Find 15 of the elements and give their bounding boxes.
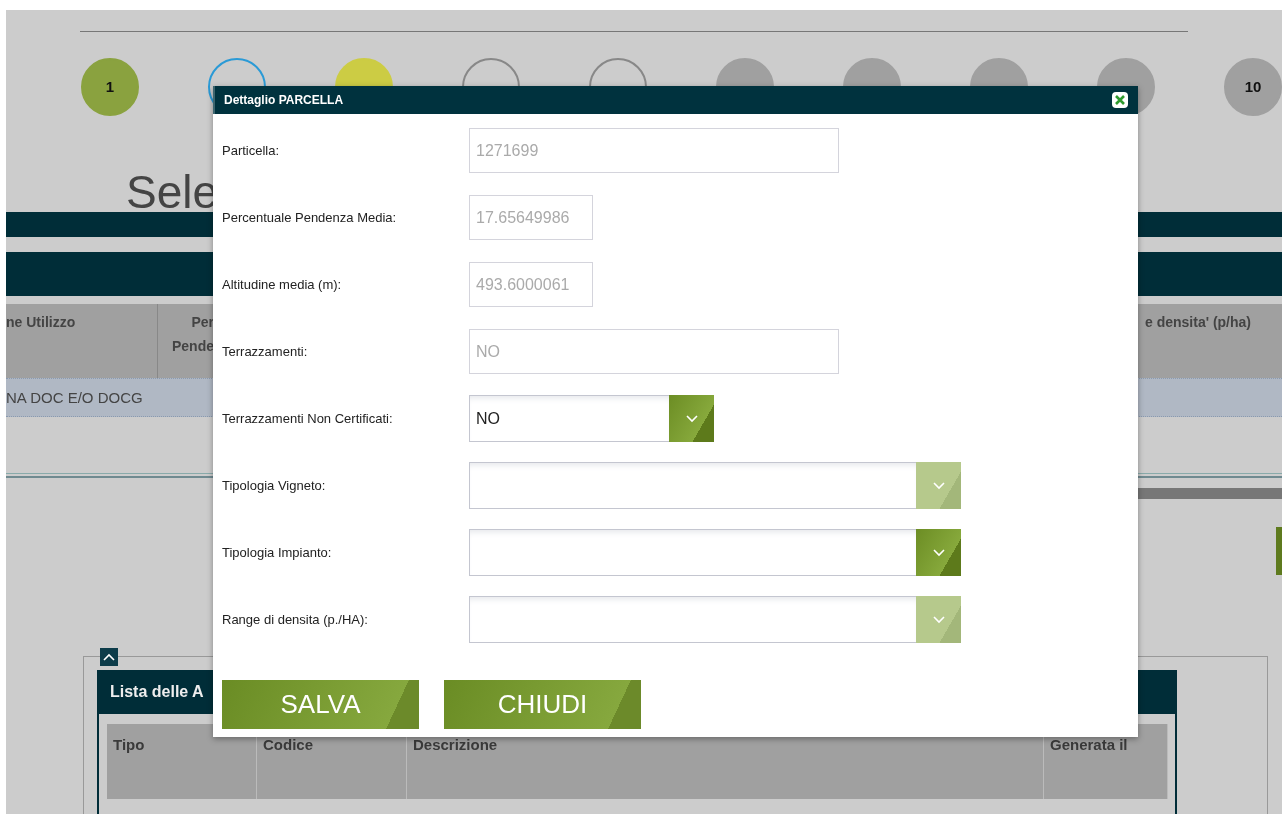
field-label: Tipologia Impianto: (222, 545, 333, 560)
field-label: Percentuale Pendenza Media: (222, 210, 398, 225)
page-heading: Sele (126, 172, 212, 212)
column-header: Per Pende (171, 313, 214, 357)
column-header: ne Utilizzo (6, 304, 158, 378)
field-label: Terrazzamenti Non Certificati: (222, 411, 394, 426)
field-label: Terrazzamenti: (222, 344, 309, 359)
column-header: e densita' (p/ha) (1145, 313, 1252, 333)
field-label: Altitudine media (m): (222, 277, 343, 292)
dialog-title: Dettaglio PARCELLA (224, 93, 344, 107)
panel-title: Lista delle A (110, 683, 204, 701)
table-cell: NA DOC E/O DOCG (6, 388, 143, 406)
field-label: Tipologia Vigneto: (222, 478, 327, 493)
field-label: Particella: (222, 143, 281, 158)
field-label: Range di densita (p./HA): (222, 612, 369, 627)
